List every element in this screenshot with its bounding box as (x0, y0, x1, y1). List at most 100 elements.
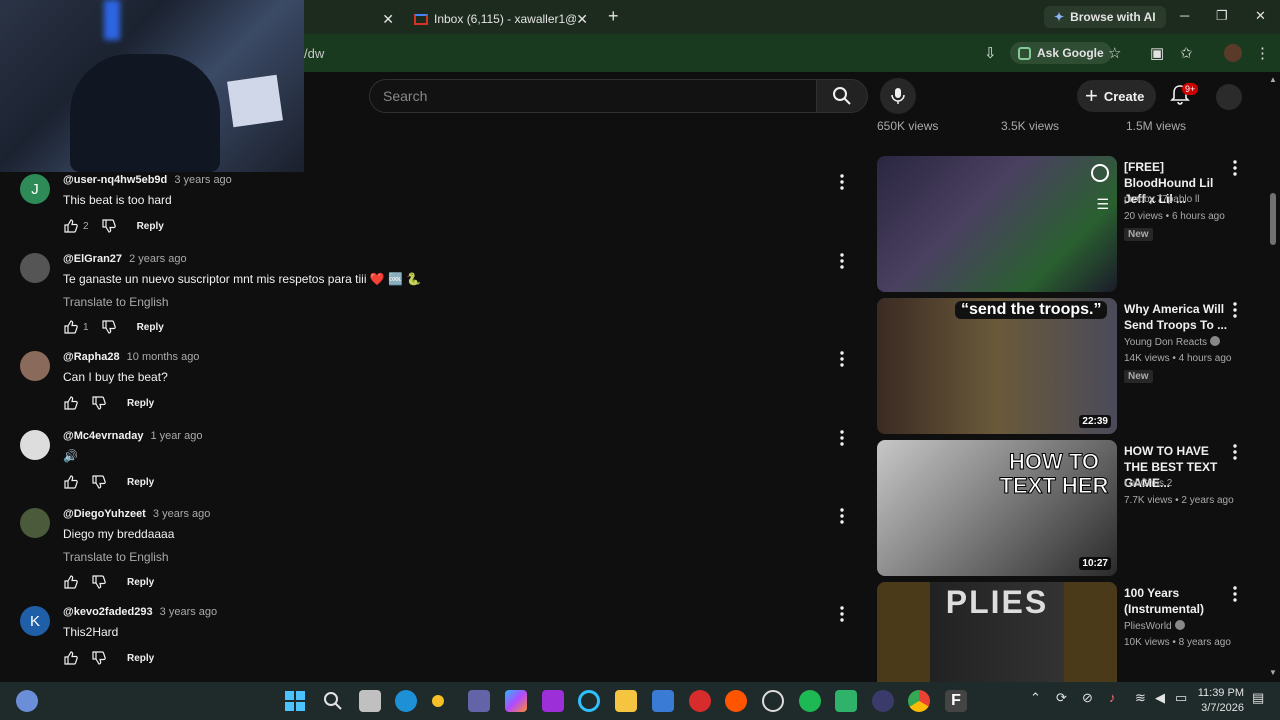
like-icon[interactable] (63, 474, 79, 490)
close-window-icon[interactable]: ✕ (1255, 8, 1266, 24)
like-icon[interactable] (63, 650, 79, 666)
alexa-icon[interactable] (578, 690, 600, 712)
install-app-icon[interactable]: ⇩ (984, 44, 997, 62)
browser-tab-gmail[interactable]: Inbox (6,115) - xawaller1@gmail.com ✕ (404, 4, 600, 34)
like-icon[interactable] (63, 395, 79, 411)
comment-time[interactable]: 3 years ago (160, 606, 217, 618)
reply-button[interactable]: Reply (137, 221, 164, 232)
dislike-icon[interactable] (91, 474, 107, 490)
commenter-avatar[interactable]: J (20, 174, 50, 204)
edge-icon[interactable] (395, 690, 417, 712)
create-button[interactable]: + Create (1077, 80, 1157, 112)
channel-name[interactable]: Young Don Reacts (1124, 336, 1221, 348)
comment-time[interactable]: 3 years ago (174, 174, 231, 186)
ask-google-button[interactable]: Ask Google (1010, 42, 1112, 64)
tab-close-icon[interactable]: ✕ (382, 11, 394, 28)
store-icon[interactable] (652, 690, 674, 712)
scroll-up-icon[interactable]: ▲ (1269, 75, 1277, 84)
like-icon[interactable] (63, 319, 79, 335)
comment-author[interactable]: @DiegoYuhzeet (63, 508, 146, 520)
commenter-avatar[interactable] (20, 430, 50, 460)
dislike-icon[interactable] (91, 395, 107, 411)
comment-more-button[interactable] (840, 351, 844, 372)
profile-avatar[interactable] (1224, 44, 1242, 62)
translate-link[interactable]: Translate to English (63, 295, 169, 309)
restore-icon[interactable]: ❐ (1216, 8, 1228, 24)
comment-author[interactable]: @kevo2faded293 (63, 606, 153, 618)
like-icon[interactable] (63, 574, 79, 590)
video-title[interactable]: Why America Will Send Troops To ... (1124, 301, 1230, 333)
watch-later-icon[interactable] (1091, 164, 1109, 182)
search-button[interactable] (816, 79, 868, 113)
dislike-icon[interactable] (91, 650, 107, 666)
split-view-icon[interactable]: ▣ (1150, 44, 1164, 62)
soundcloud-icon[interactable] (725, 690, 747, 712)
commenter-avatar[interactable]: K (20, 606, 50, 636)
comment-more-button[interactable] (840, 606, 844, 627)
bookmarks-icon[interactable]: ✩ (1180, 44, 1193, 62)
settings-app-icon[interactable] (762, 690, 784, 712)
translate-link[interactable]: Translate to English (63, 550, 169, 564)
sync-icon[interactable]: ⟳ (1056, 690, 1067, 706)
copilot-icon[interactable] (505, 690, 527, 712)
sheets-app-icon[interactable] (835, 690, 857, 712)
url-text[interactable]: /dw (304, 46, 324, 61)
comment-author[interactable]: @Mc4evrnaday (63, 430, 143, 442)
video-more-button[interactable] (1233, 444, 1237, 465)
browse-with-ai-button[interactable]: ✦ Browse with AI (1044, 6, 1166, 28)
teams-icon[interactable] (468, 690, 490, 712)
dislike-icon[interactable] (101, 319, 117, 335)
mic-tray-icon[interactable]: ♪ (1109, 690, 1116, 705)
dislike-icon[interactable] (91, 574, 107, 590)
taskbar-search-icon[interactable] (322, 690, 344, 712)
video-thumbnail[interactable]: HOW TO TEXT HER 10:27 (877, 440, 1117, 576)
comment-more-button[interactable] (840, 174, 844, 195)
comment-time[interactable]: 10 months ago (127, 351, 200, 363)
reply-button[interactable]: Reply (137, 322, 164, 333)
comment-more-button[interactable] (840, 508, 844, 529)
file-explorer-icon[interactable] (615, 690, 637, 712)
chrome-menu-icon[interactable]: ⋮ (1255, 44, 1270, 62)
bookmark-star-icon[interactable]: ☆ (1108, 44, 1121, 62)
minimize-icon[interactable]: ─ (1180, 8, 1189, 23)
recorder-icon[interactable] (689, 690, 711, 712)
reply-button[interactable]: Reply (127, 477, 154, 488)
commenter-avatar[interactable] (20, 508, 50, 538)
volume-icon[interactable]: ◀ (1155, 690, 1165, 706)
search-input[interactable] (370, 80, 816, 112)
commenter-avatar[interactable] (20, 351, 50, 381)
video-title[interactable]: 100 Years (Instrumental) (1124, 585, 1230, 617)
reply-button[interactable]: Reply (127, 398, 154, 409)
video-thumbnail[interactable]: “send the troops.” 22:39 (877, 298, 1117, 434)
fl-studio-icon[interactable]: F (945, 690, 967, 712)
comment-more-button[interactable] (840, 253, 844, 274)
audio-app-icon[interactable] (872, 690, 894, 712)
comment-author[interactable]: @user-nq4hw5eb9d (63, 174, 167, 186)
video-more-button[interactable] (1233, 586, 1237, 607)
new-tab-button[interactable]: + (608, 6, 619, 27)
clock[interactable]: 11:39 PM 3/7/2026 (1196, 686, 1244, 716)
battery-icon[interactable]: ▭ (1175, 690, 1187, 706)
scrollbar-thumb[interactable] (1270, 193, 1276, 245)
dislike-icon[interactable] (101, 218, 117, 234)
video-more-button[interactable] (1233, 160, 1237, 181)
search-box[interactable] (369, 79, 816, 113)
app-dot-icon[interactable] (432, 695, 444, 707)
no-camera-icon[interactable]: ⊘ (1082, 690, 1093, 706)
comment-author[interactable]: @ElGran27 (63, 253, 122, 265)
voice-search-button[interactable] (880, 78, 916, 114)
commenter-avatar[interactable] (20, 253, 50, 283)
spotify-icon[interactable] (799, 690, 821, 712)
video-card[interactable]: “send the troops.” 22:39 Why America Will… (877, 298, 1247, 434)
channel-name[interactable]: LobChris 2 (1124, 478, 1172, 489)
tab-close-icon[interactable]: ✕ (576, 11, 588, 28)
scrollbar[interactable] (1267, 72, 1280, 682)
comment-more-button[interactable] (840, 430, 844, 451)
comment-time[interactable]: 1 year ago (151, 430, 203, 442)
weather-widget-icon[interactable] (16, 690, 38, 712)
comment-time[interactable]: 2 years ago (129, 253, 186, 265)
scroll-down-icon[interactable]: ▼ (1269, 668, 1277, 677)
reply-button[interactable]: Reply (127, 653, 154, 664)
picsart-icon[interactable] (542, 690, 564, 712)
chrome-icon[interactable] (908, 690, 930, 712)
